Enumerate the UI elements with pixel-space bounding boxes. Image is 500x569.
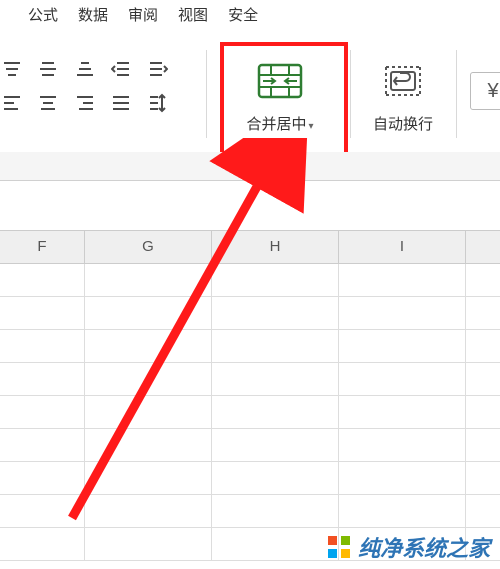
chevron-down-icon: ▾ (308, 121, 313, 132)
indent-increase-icon[interactable] (144, 55, 172, 83)
watermark: 纯净系统之家 (328, 531, 490, 563)
col-head-g[interactable]: G (85, 231, 212, 263)
menu-data[interactable]: 数据 (68, 0, 118, 32)
column-headers: F G H I (0, 230, 500, 264)
indent-decrease-icon[interactable] (107, 55, 135, 83)
separator (456, 50, 457, 138)
spreadsheet-grid: F G H I (0, 230, 500, 569)
table-row[interactable] (0, 264, 500, 297)
wrap-text-button[interactable]: 自动换行 (358, 47, 448, 134)
align-center-icon[interactable] (34, 89, 62, 117)
formula-bar-area (0, 152, 500, 181)
table-row[interactable] (0, 363, 500, 396)
merge-center-icon (252, 53, 308, 109)
table-row[interactable] (0, 462, 500, 495)
watermark-logo-icon (328, 536, 350, 558)
table-row[interactable] (0, 495, 500, 528)
align-middle-icon[interactable] (34, 55, 62, 83)
align-left-icon[interactable] (0, 89, 26, 117)
menu-security[interactable]: 安全 (218, 0, 268, 32)
table-row[interactable] (0, 297, 500, 330)
align-bottom-icon[interactable] (71, 55, 99, 83)
currency-button[interactable]: ¥ (470, 72, 500, 110)
table-row[interactable] (0, 429, 500, 462)
table-row[interactable] (0, 396, 500, 429)
menu-review[interactable]: 审阅 (118, 0, 168, 32)
wrap-text-icon (375, 53, 431, 109)
alignment-group (0, 52, 202, 120)
justify-icon[interactable] (107, 89, 135, 117)
align-top-icon[interactable] (0, 55, 26, 83)
ribbon: 合并居中▾ 自动换行 ¥ (0, 32, 500, 153)
wrap-text-label: 自动换行 (358, 113, 448, 134)
align-right-icon[interactable] (71, 89, 99, 117)
merge-center-button[interactable]: 合并居中▾ (224, 47, 336, 155)
merge-center-label: 合并居中▾ (224, 113, 336, 134)
table-row[interactable] (0, 330, 500, 363)
col-head-h[interactable]: H (212, 231, 339, 263)
col-head-f[interactable]: F (0, 231, 85, 263)
separator (350, 50, 351, 138)
col-head-i[interactable]: I (339, 231, 466, 263)
menu-bar: 公式 数据 审阅 视图 安全 (0, 0, 500, 32)
menu-view[interactable]: 视图 (168, 0, 218, 32)
separator (206, 50, 207, 138)
menu-formula[interactable]: 公式 (18, 0, 68, 32)
rows (0, 264, 500, 561)
orientation-icon[interactable] (144, 89, 172, 117)
watermark-text: 纯净系统之家 (358, 531, 490, 563)
